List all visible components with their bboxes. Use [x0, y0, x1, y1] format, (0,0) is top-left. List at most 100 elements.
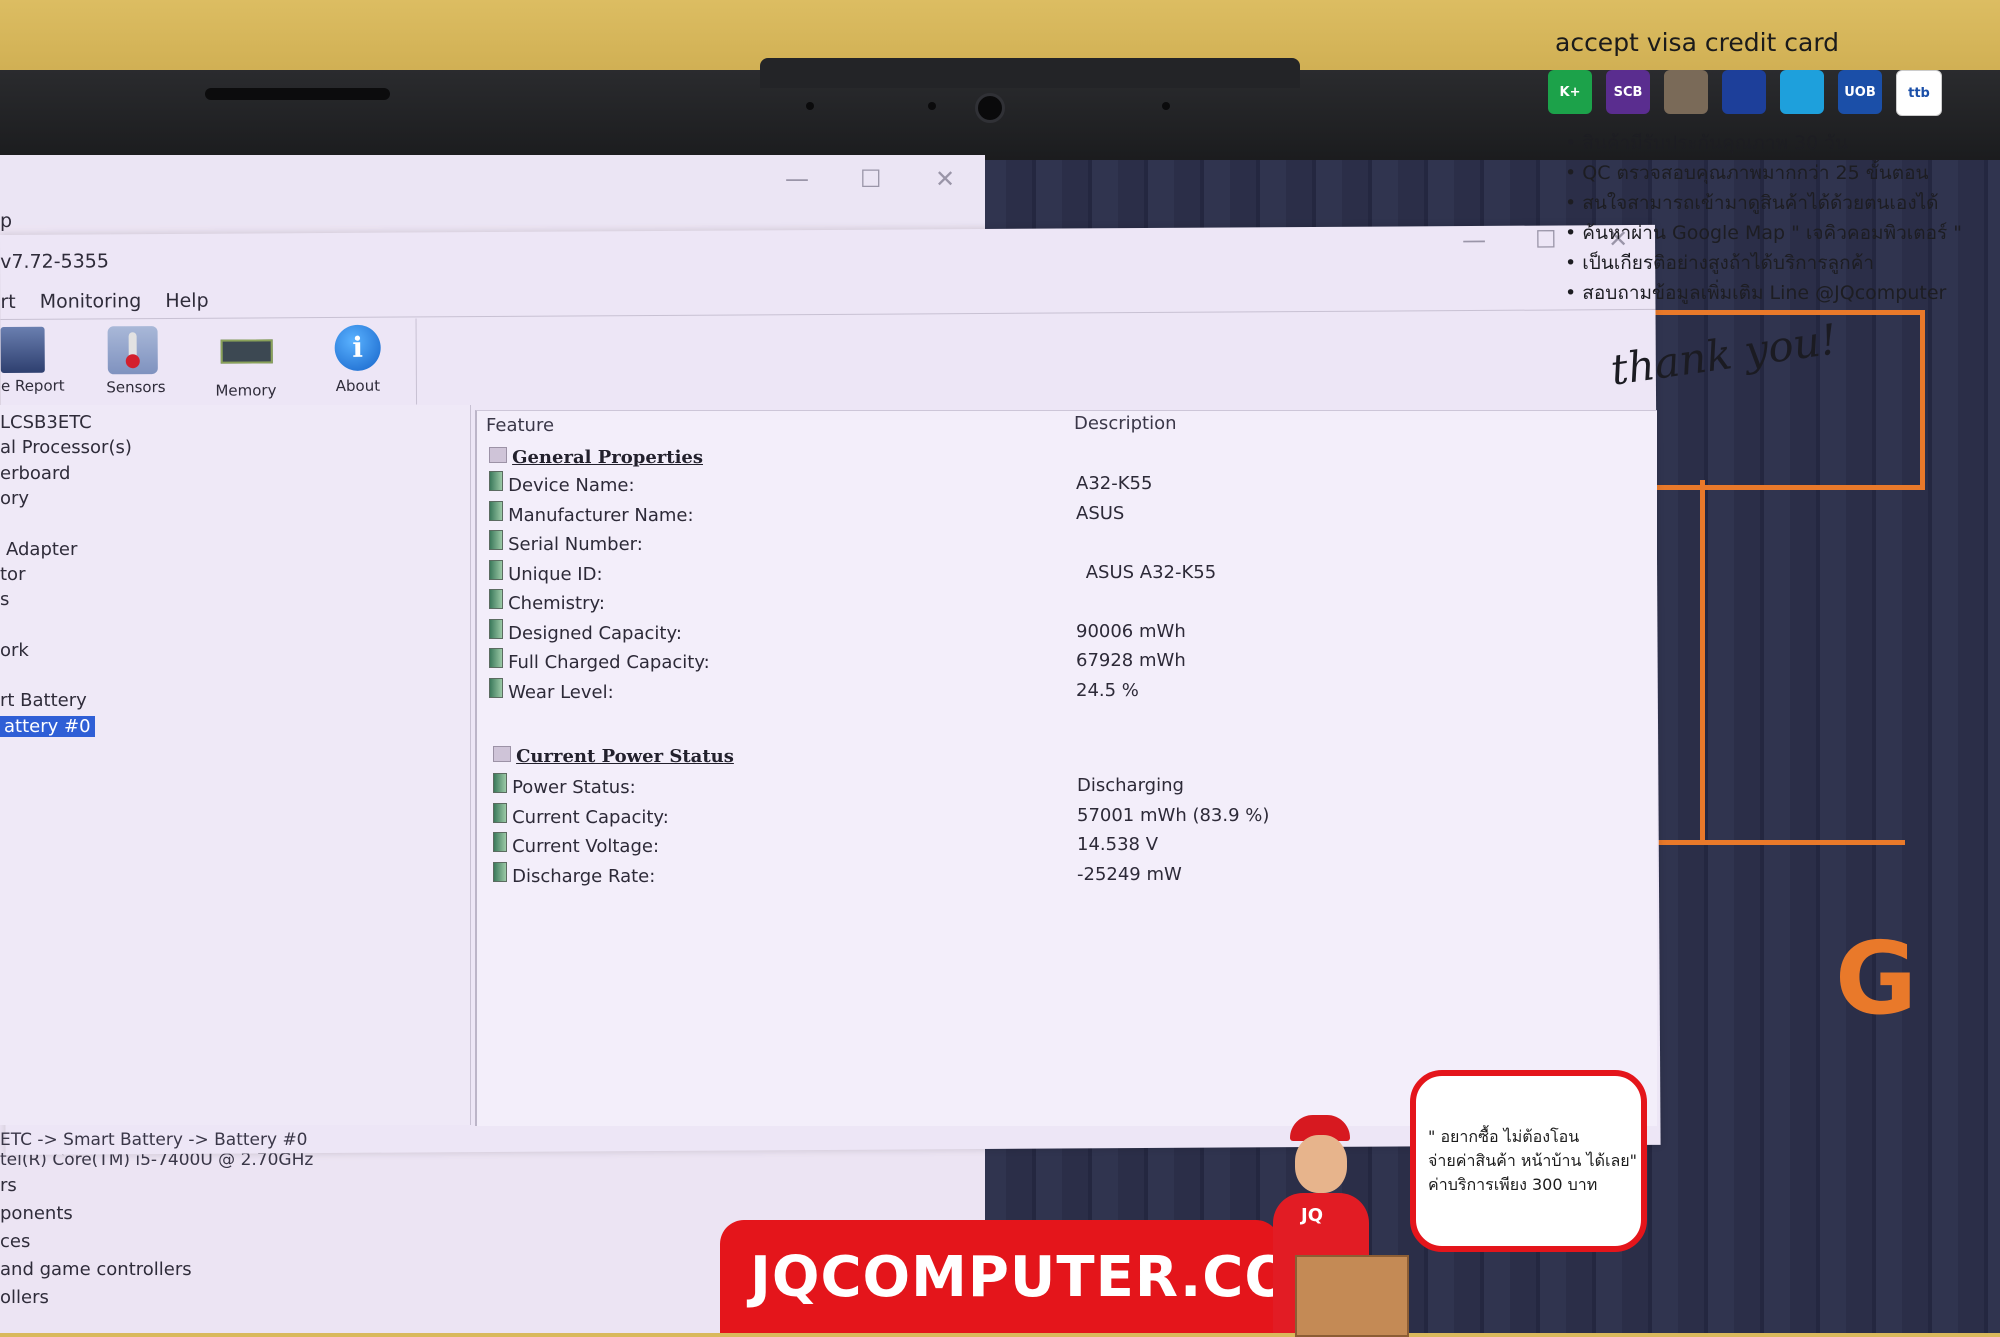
status-bar: ETC -> Smart Battery -> Battery #0	[0, 1130, 308, 1150]
wallpaper-line	[1700, 480, 1885, 845]
feature-label: Designed Capacity:	[508, 622, 682, 644]
uob-logo: UOB	[1838, 70, 1882, 114]
promo-bullet: เป็นเกียรติอย่างสูงถ้าได้บริการลูกค้า	[1565, 248, 1962, 278]
details-pane: Feature Description General Properties D…	[475, 410, 1657, 1126]
maximize-button[interactable]: ☐	[1535, 225, 1557, 253]
feature-row: Manufacturer Name:	[489, 500, 710, 531]
sensors-button[interactable]: Sensors	[81, 326, 191, 397]
feature-label: Serial Number:	[508, 534, 643, 555]
back-close-button[interactable]: ✕	[935, 165, 955, 193]
promo-bullet: QC ตรวจสอบคุณภาพมากกว่า 25 ขั้นตอน	[1565, 158, 1962, 188]
column-header-description[interactable]: Description	[1074, 413, 1177, 434]
memory-chip-icon	[220, 339, 273, 364]
menu-divider	[0, 308, 1656, 320]
feature-icon	[489, 500, 503, 521]
ttb-logo: ttb	[1896, 70, 1942, 116]
feature-row: Serial Number:	[489, 530, 710, 560]
value-serial-number	[1076, 528, 1216, 558]
feature-label: Wear Level:	[508, 681, 614, 703]
value-discharge-rate: -25249 mW	[1077, 863, 1182, 885]
shirt-badge: JQ	[1301, 1205, 1323, 1226]
back-maximize-button[interactable]: ☐	[860, 165, 882, 193]
feature-label: Current Voltage:	[512, 836, 660, 857]
back-tree-item[interactable]: and game controllers	[0, 1259, 192, 1287]
ktb-logo	[1780, 70, 1824, 114]
feature-icon	[489, 530, 503, 550]
wallpaper-logo: G	[1835, 920, 1918, 1037]
tree-item-monitor[interactable]: tor	[0, 562, 132, 587]
section-icon	[493, 746, 511, 762]
value-power-status: Discharging	[1077, 775, 1184, 796]
value-device-name: A32-K55	[1076, 473, 1153, 494]
feature-label: Discharge Rate:	[512, 865, 656, 887]
window-title: v7.72-5355	[0, 250, 109, 273]
feature-row: Full Charged Capacity:	[489, 648, 710, 678]
promo-bullets: สินค้ามีรับประกันคุณภาพ 30 วัน QC ตรวจสอ…	[1565, 128, 1962, 308]
menu-report[interactable]: rt	[0, 291, 15, 313]
value-designed-capacity: 90006 mWh	[1076, 620, 1186, 642]
general-properties-features: Device Name: Manufacturer Name: Serial N…	[489, 471, 710, 707]
tree-item-battery-0-selected[interactable]: attery #0	[0, 715, 95, 737]
about-button[interactable]: i About	[303, 324, 413, 395]
tree-item-audio[interactable]	[0, 613, 132, 638]
sensor-dot	[1162, 102, 1170, 110]
back-tree-item[interactable]: ponents	[0, 1203, 192, 1231]
tree-item-memory[interactable]: ory	[0, 486, 132, 511]
back-window-titlebar	[0, 155, 985, 225]
back-window-tree: rs ponents ces and game controllers olle…	[0, 1175, 192, 1315]
feature-row: Current Capacity:	[493, 802, 669, 833]
toolbar: e Report Sensors Memory i About	[0, 324, 416, 407]
feature-icon	[489, 648, 503, 668]
back-tree-item[interactable]: ces	[0, 1231, 192, 1259]
tree-item-motherboard[interactable]: erboard	[0, 461, 132, 486]
face	[1295, 1135, 1347, 1193]
minimize-button[interactable]: —	[1462, 226, 1486, 254]
bank-logos: K+ SCB UOB ttb	[1548, 70, 1942, 116]
feature-row: Discharge Rate:	[493, 861, 669, 892]
feature-label: Full Charged Capacity:	[508, 652, 710, 673]
feature-icon	[489, 589, 503, 609]
device-tree-pane: LCSB3ETC al Processor(s) erboard ory Ada…	[0, 405, 471, 1125]
memory-button[interactable]: Memory	[191, 325, 301, 400]
section-current-power-status: Current Power Status	[493, 746, 734, 767]
menu-bar: rt Monitoring Help	[0, 290, 208, 313]
feature-row: Current Voltage:	[493, 832, 669, 862]
section-general-properties: General Properties	[489, 447, 703, 468]
tree-item-video-adapter[interactable]: Adapter	[0, 537, 132, 562]
menu-help[interactable]: Help	[165, 290, 208, 312]
feature-label: Current Capacity:	[512, 806, 669, 828]
feature-icon	[489, 677, 503, 698]
tree-item-network[interactable]: ork	[0, 638, 132, 663]
tree-item-smart-battery[interactable]: rt Battery	[0, 688, 132, 713]
menu-monitoring[interactable]: Monitoring	[40, 290, 142, 313]
thermometer-icon	[107, 326, 158, 375]
feature-icon	[489, 618, 503, 639]
kbank-logo: K+	[1548, 70, 1592, 114]
column-header-feature[interactable]: Feature	[486, 415, 554, 436]
general-properties-values: A32-K55 ASUS ASUS A32-K55 90006 mWh 6792…	[1076, 469, 1216, 705]
tree-item-bus[interactable]	[0, 512, 132, 537]
save-report-button[interactable]: e Report	[0, 326, 71, 395]
krungsri-logo	[1664, 70, 1708, 114]
value-wear-level: 24.5 %	[1076, 679, 1139, 701]
speaker-slot	[205, 88, 390, 100]
tree-item-ports[interactable]	[0, 663, 132, 688]
feature-row: Device Name:	[489, 471, 710, 501]
tree-item-computer[interactable]: LCSB3ETC	[0, 410, 132, 435]
bezel-notch	[760, 58, 1300, 88]
back-tree-item[interactable]: rs	[0, 1175, 192, 1203]
feature-icon	[489, 471, 503, 491]
tree-item-drives[interactable]: s	[0, 587, 132, 612]
value-current-capacity: 57001 mWh (83.9 %)	[1077, 804, 1270, 826]
delivery-mascot: JQ	[1255, 1115, 1425, 1337]
value-full-charged-capacity: 67928 mWh	[1076, 650, 1186, 671]
promo-title: accept visa credit card	[1555, 28, 1840, 57]
feature-icon	[493, 802, 507, 823]
toolbar-divider	[415, 318, 418, 405]
section-icon	[489, 447, 507, 463]
box-icon	[1295, 1255, 1409, 1337]
tree-item-processors[interactable]: al Processor(s)	[0, 435, 132, 460]
bubble-line: " อยากซื้อ ไม่ต้องโอน	[1428, 1127, 1580, 1146]
back-tree-item[interactable]: ollers	[0, 1287, 192, 1315]
back-minimize-button[interactable]: —	[785, 165, 809, 193]
